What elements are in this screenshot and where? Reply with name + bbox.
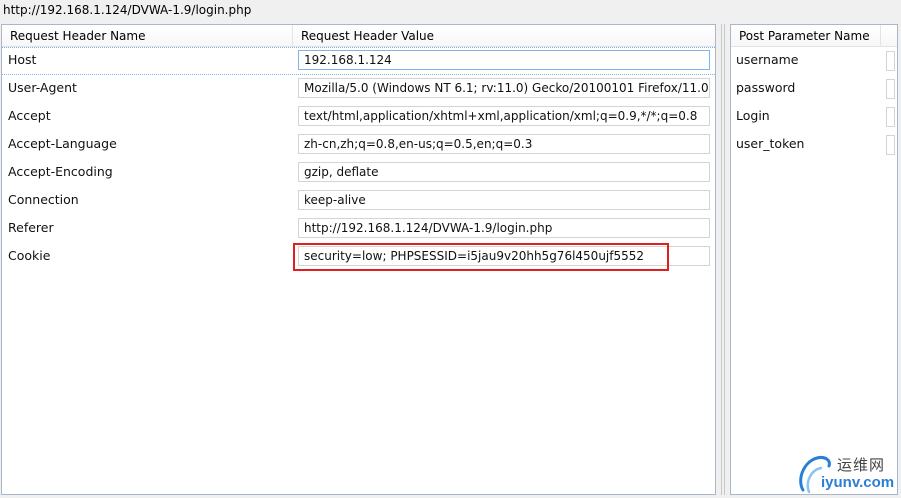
post-param-value-field[interactable] (886, 79, 895, 99)
table-row-accept-encoding[interactable]: Accept-Encoding gzip, deflate (2, 159, 715, 187)
post-param-value-field[interactable] (886, 107, 895, 127)
header-value-field[interactable]: security=low; PHPSESSID=i5jau9v20hh5g76l… (298, 246, 710, 266)
column-header-spacer (881, 25, 897, 47)
header-value-field[interactable]: text/html,application/xhtml+xml,applicat… (298, 106, 710, 126)
request-headers-table: Request Header Name Request Header Value… (1, 24, 716, 495)
table-row-host[interactable]: Host 192.168.1.124 (2, 47, 715, 75)
header-value-field[interactable]: 192.168.1.124 (298, 50, 710, 70)
watermark-en-text: iyunv.com (821, 474, 895, 491)
post-param-row-username[interactable]: username (731, 47, 897, 75)
url-bar: http://192.168.1.124/DVWA-1.9/login.php (0, 0, 901, 22)
post-param-name: Login (736, 108, 770, 123)
post-param-row-login[interactable]: Login (731, 103, 897, 131)
post-parameters-table: Post Parameter Name username password Lo… (730, 24, 898, 495)
table-row-cookie[interactable]: Cookie security=low; PHPSESSID=i5jau9v20… (2, 243, 715, 271)
post-param-name: username (736, 52, 799, 67)
header-name: User-Agent (8, 80, 77, 95)
header-name: Cookie (8, 248, 51, 263)
column-header-post-param[interactable]: Post Parameter Name (731, 25, 881, 47)
header-name: Accept-Language (8, 136, 117, 151)
header-value-field[interactable]: Mozilla/5.0 (Windows NT 6.1; rv:11.0) Ge… (298, 78, 710, 98)
table-row-accept[interactable]: Accept text/html,application/xhtml+xml,a… (2, 103, 715, 131)
post-param-name: user_token (736, 136, 805, 151)
url-text: http://192.168.1.124/DVWA-1.9/login.php (3, 3, 252, 17)
header-name: Host (8, 52, 37, 67)
post-param-value-field[interactable] (886, 51, 895, 71)
table-row-connection[interactable]: Connection keep-alive (2, 187, 715, 215)
column-header-name[interactable]: Request Header Name (2, 25, 293, 47)
post-param-name: password (736, 80, 796, 95)
header-name: Accept (8, 108, 51, 123)
table-row-user-agent[interactable]: User-Agent Mozilla/5.0 (Windows NT 6.1; … (2, 75, 715, 103)
header-name: Referer (8, 220, 54, 235)
table-row-accept-language[interactable]: Accept-Language zh-cn,zh;q=0.8,en-us;q=0… (2, 131, 715, 159)
header-value-field[interactable]: http://192.168.1.124/DVWA-1.9/login.php (298, 218, 710, 238)
column-header-value[interactable]: Request Header Value (293, 25, 715, 47)
header-value-field[interactable]: keep-alive (298, 190, 710, 210)
post-param-row-password[interactable]: password (731, 75, 897, 103)
watermark-cn-text: 运维网 (837, 456, 886, 474)
panel-splitter[interactable] (719, 24, 727, 495)
header-name: Accept-Encoding (8, 164, 113, 179)
watermark-logo: 运维网 iyunv.com (795, 452, 899, 496)
post-param-value-field[interactable] (886, 135, 895, 155)
header-value-field[interactable]: zh-cn,zh;q=0.8,en-us;q=0.5,en;q=0.3 (298, 134, 710, 154)
table-row-referer[interactable]: Referer http://192.168.1.124/DVWA-1.9/lo… (2, 215, 715, 243)
header-name: Connection (8, 192, 79, 207)
header-value-field[interactable]: gzip, deflate (298, 162, 710, 182)
post-param-row-user-token[interactable]: user_token (731, 131, 897, 159)
